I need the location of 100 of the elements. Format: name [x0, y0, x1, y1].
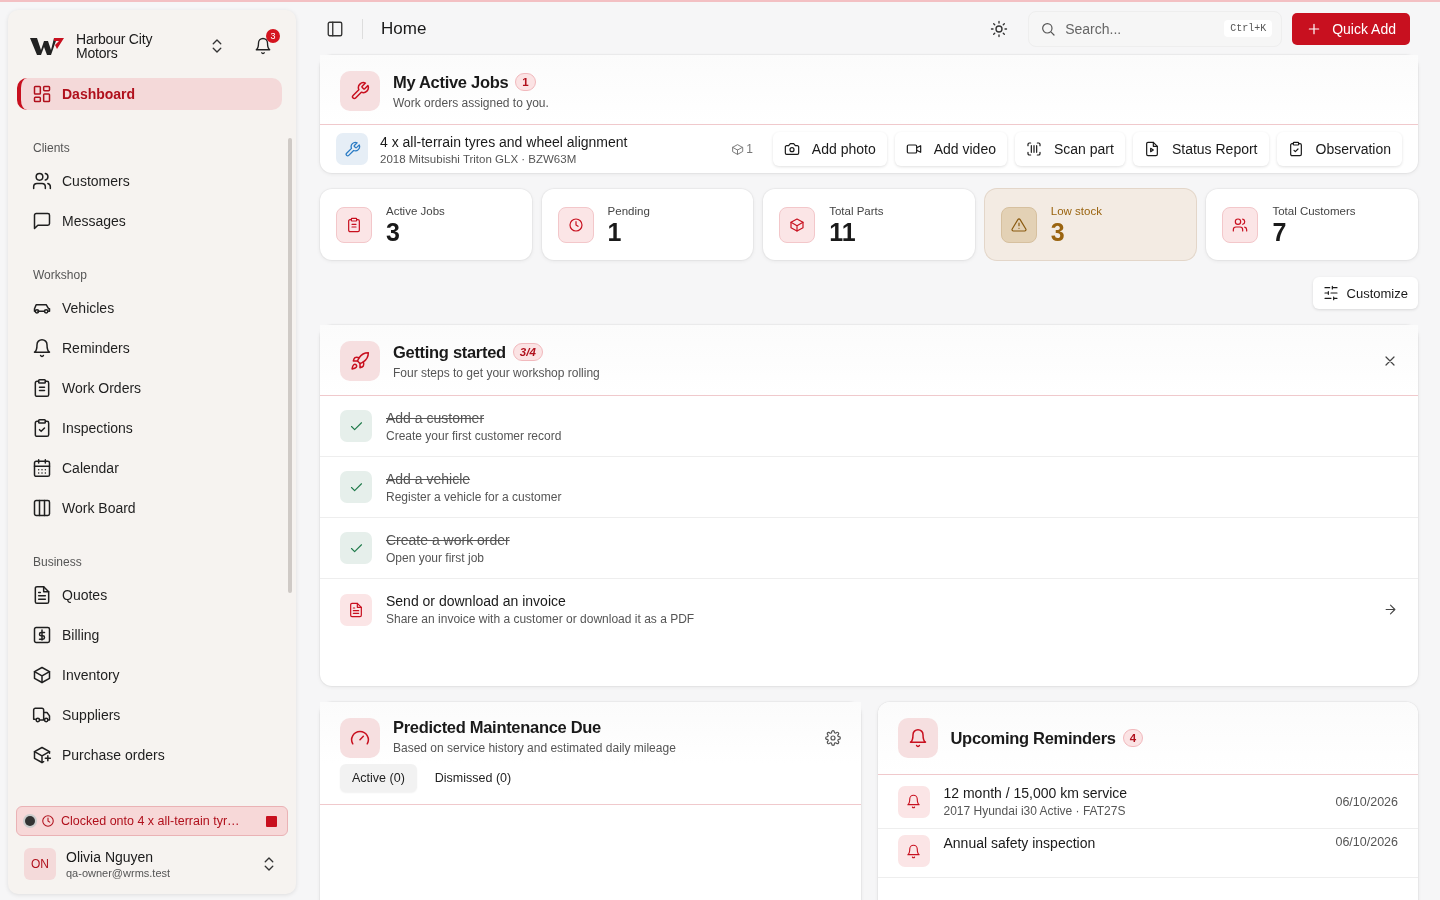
clipboard-icon: [346, 216, 362, 233]
action-button[interactable]: Scan part: [1014, 132, 1125, 166]
settings-button[interactable]: [824, 730, 841, 746]
notifications-button[interactable]: 3: [252, 29, 280, 55]
bell-icon: [32, 338, 52, 358]
step-row[interactable]: Create a work order Open your first job: [320, 518, 1418, 579]
reminder-date: 06/10/2026: [1335, 794, 1398, 809]
step-title: Add a customer: [386, 409, 486, 426]
nav-item[interactable]: Suppliers: [24, 699, 282, 731]
clock-icon: [41, 814, 55, 828]
columns-icon: [32, 498, 52, 518]
card-title: My Active Jobs: [393, 72, 509, 92]
stat-label: Total Customers: [1272, 204, 1356, 217]
stat-value: 3: [1050, 218, 1066, 245]
theme-toggle-button[interactable]: [990, 19, 1009, 38]
truck-icon: [32, 705, 52, 725]
scan-icon: [1025, 141, 1042, 157]
nav-item[interactable]: Reminders: [24, 332, 282, 364]
bell-icon: [907, 728, 928, 748]
nav-item[interactable]: Inventory: [24, 659, 282, 691]
stat-value: 11: [829, 218, 857, 245]
gauge-icon: [350, 728, 370, 748]
nav-item[interactable]: Purchase orders: [24, 739, 282, 771]
video-camera-icon: [905, 141, 922, 157]
recording-dot-icon: [25, 816, 35, 826]
customize-button[interactable]: Customize: [1312, 277, 1418, 309]
user-email: qa-owner@wrms.test: [66, 867, 172, 879]
nav-item[interactable]: Inspections: [24, 412, 282, 444]
job-vehicle: 2018 Mitsubishi Triton GLX · BZW63M: [380, 152, 578, 165]
arrow-right-icon: [1383, 602, 1398, 617]
sun-icon: [990, 19, 1009, 38]
wrench-icon: [350, 81, 370, 101]
message-icon: [32, 211, 52, 231]
reminder-row[interactable]: 12 month / 15,000 km service 2017 Hyundai i30 Active · FAT27S 06/10/2026: [877, 775, 1418, 829]
dashboard-icon: [32, 84, 52, 104]
stop-icon[interactable]: [266, 815, 277, 827]
reminder-title: Annual safety inspection: [943, 835, 1096, 851]
document-icon: [348, 601, 364, 618]
reminder-title: 12 month / 15,000 km service: [943, 785, 1128, 801]
reminder-vehicle: 2017 Hyundai i30 Active · FAT27S: [943, 804, 1127, 818]
box-icon: [731, 142, 745, 156]
job-link[interactable]: 4 x all-terrain tyres and wheel alignment 2018 Mitsubishi Triton GLX · BZW63M: [380, 133, 628, 165]
reminder-row[interactable]: Annual safety inspection 06/10/2026: [877, 829, 1418, 878]
user-name: Olivia Nguyen: [66, 849, 155, 865]
logo-icon: [30, 35, 64, 57]
box-icon: [789, 216, 806, 233]
stat-label: Pending: [607, 204, 650, 217]
clipboard-check-icon: [1287, 141, 1304, 157]
count-badge: 1: [515, 73, 536, 91]
clock-text: Clocked onto 4 x all-terrain tyr…: [61, 814, 240, 828]
panel-icon: [326, 19, 344, 38]
nav-item[interactable]: Customers: [24, 165, 282, 197]
nav-item[interactable]: Dashboard: [17, 78, 282, 110]
nav-item[interactable]: Messages: [24, 205, 282, 237]
calendar-icon: [32, 458, 52, 478]
brand-name: Harbour City Motors: [76, 32, 154, 60]
filter-tab[interactable]: Active (0): [340, 764, 417, 792]
camera-icon: [783, 141, 800, 157]
wrench-icon: [343, 140, 361, 158]
quick-add-button[interactable]: Quick Add: [1292, 12, 1410, 45]
warning-icon: [1010, 216, 1027, 233]
clock-icon: [567, 216, 584, 233]
user-avatar: ON: [24, 848, 56, 880]
action-button[interactable]: Observation: [1276, 132, 1402, 166]
search-icon: [1040, 20, 1057, 37]
action-button[interactable]: Add photo: [772, 132, 887, 166]
step-description: Register a vehicle for a customer: [386, 489, 562, 504]
parts-count: 1: [746, 142, 753, 156]
bell-icon: [906, 843, 921, 859]
step-title: Add a vehicle: [386, 470, 472, 487]
box-plus-icon: [32, 745, 52, 765]
dollar-icon: [32, 625, 52, 645]
clock-banner[interactable]: Clocked onto 4 x all-terrain tyr…: [16, 806, 288, 836]
nav-item[interactable]: Calendar: [24, 452, 282, 484]
clipboard-check-icon: [32, 418, 52, 438]
users-icon: [1232, 216, 1249, 233]
stat-label: Total Parts: [829, 204, 884, 217]
stat-label: Active Jobs: [386, 204, 445, 217]
sidebar-toggle-button[interactable]: [326, 19, 344, 38]
filter-tab[interactable]: Dismissed (0): [422, 764, 524, 792]
nav-item[interactable]: Billing: [24, 619, 282, 651]
sliders-icon: [1322, 285, 1339, 301]
action-button[interactable]: Add video: [894, 132, 1007, 166]
section-heading: Clients: [33, 141, 71, 155]
nav-item[interactable]: Vehicles: [24, 292, 282, 324]
user-menu[interactable]: ON Olivia Nguyen qa-owner@wrms.test: [8, 836, 296, 894]
nav-item[interactable]: Work Board: [24, 492, 282, 524]
nav-item[interactable]: Work Orders: [24, 372, 282, 404]
bell-icon: [906, 794, 921, 809]
action-button[interactable]: Status Report: [1132, 132, 1269, 166]
page-title: Home: [381, 18, 427, 39]
bell-icon: [254, 37, 272, 55]
step-row[interactable]: Send or download an invoice Share an invoice with a customer or download it as a PDF: [320, 579, 1418, 640]
users-icon: [32, 171, 52, 191]
step-description: Share an invoice with a customer or download it as a PDF: [386, 612, 695, 626]
step-row[interactable]: Add a customer Create your first customer record: [320, 396, 1418, 457]
document-icon: [32, 585, 52, 605]
progress-badge: 3/4: [512, 343, 543, 361]
step-row[interactable]: Add a vehicle Register a vehicle for a customer: [320, 457, 1418, 518]
nav-item[interactable]: Quotes: [24, 579, 282, 611]
